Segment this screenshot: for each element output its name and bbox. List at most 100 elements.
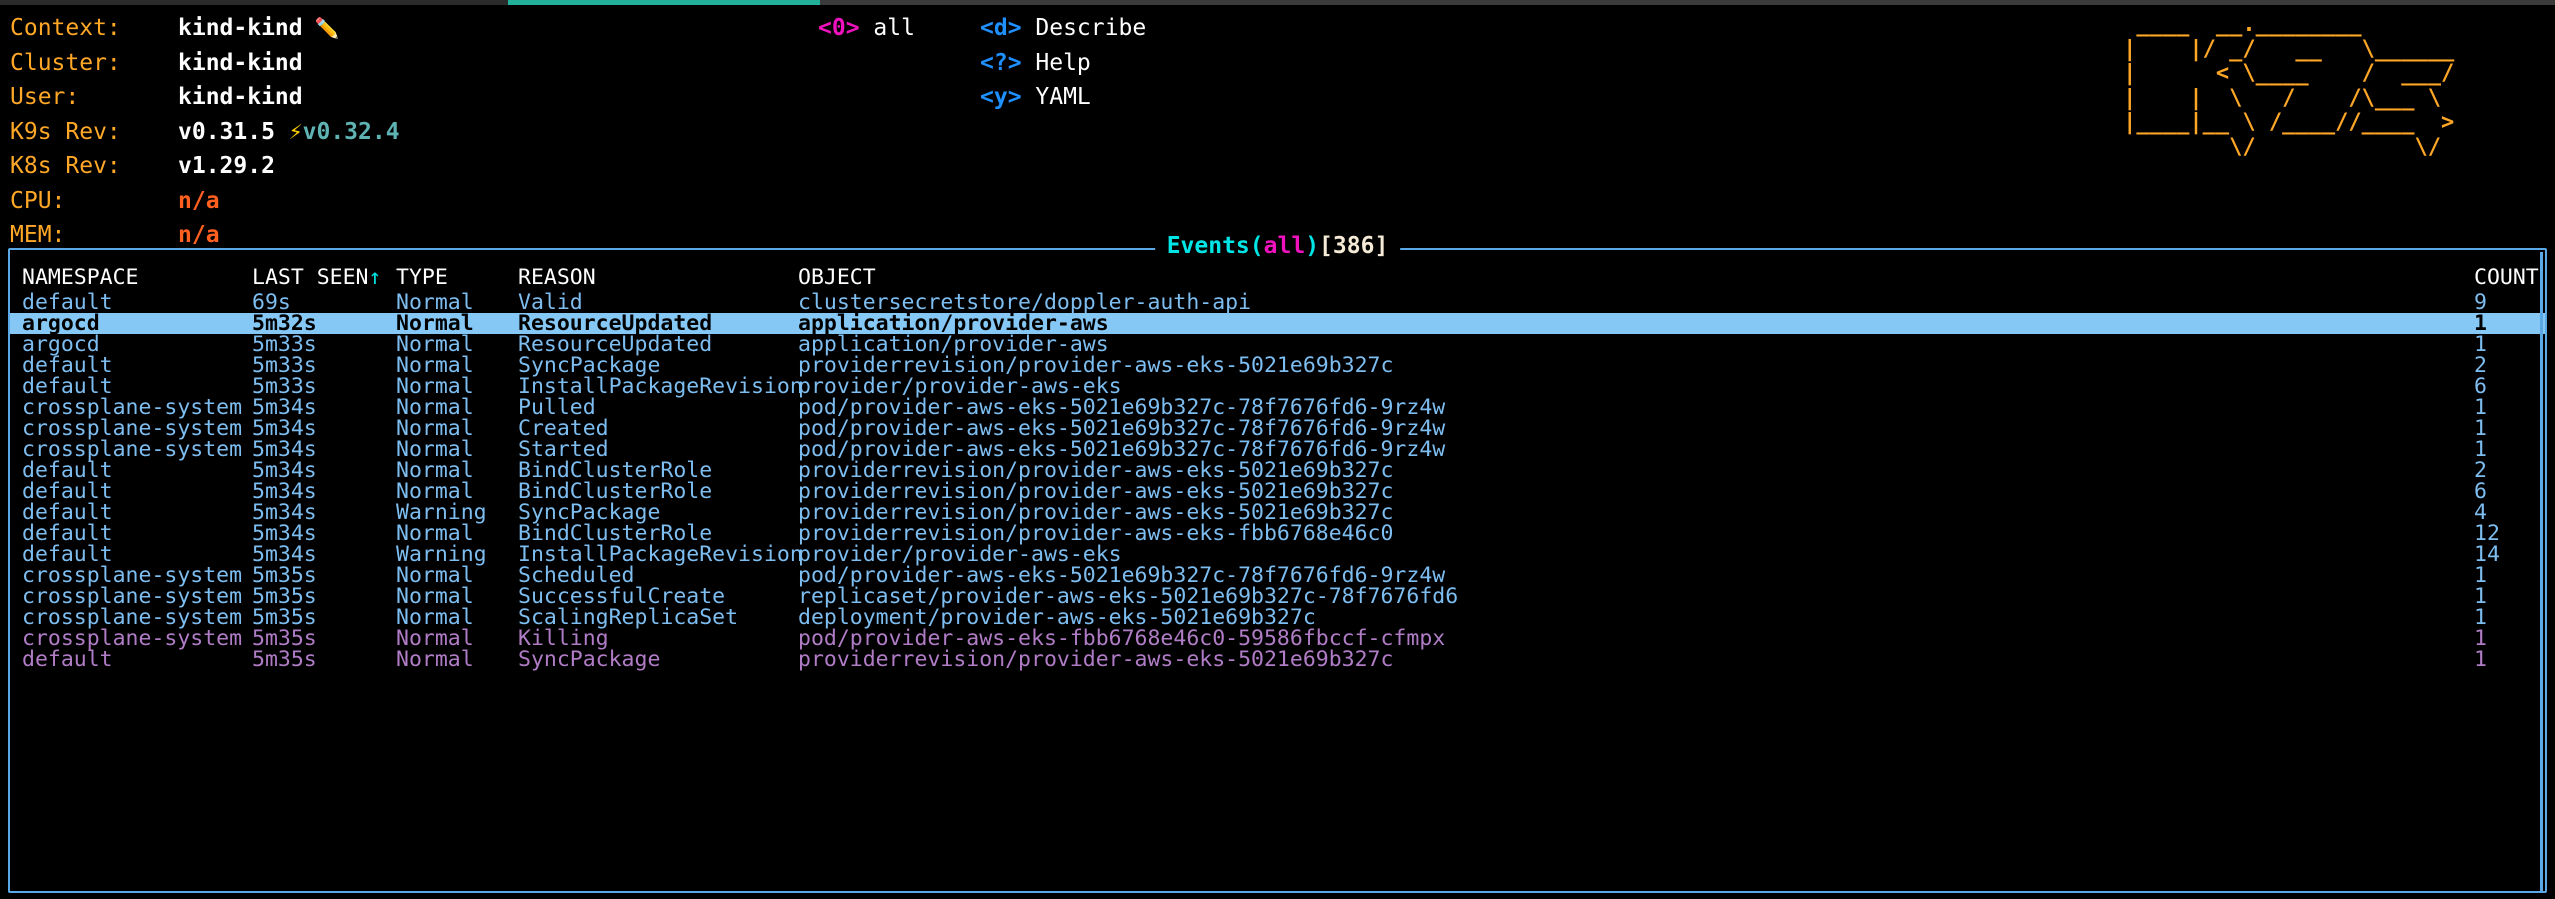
cell-object: pod/provider-aws-eks-5021e69b327c-78f767… [798,395,1446,420]
cell-reason: ResourceUpdated [518,311,713,336]
cluster-info-row-user: User: kind-kind [10,80,400,115]
cell-object: deployment/provider-aws-eks-5021e69b327c [798,605,1316,630]
events-table[interactable]: NAMESPACE LAST SEEN↑ TYPE REASON OBJECT COUNT… [10,264,2545,670]
table-row[interactable]: crossplane-system 5m35s Normal Killing pod/p… [10,626,2545,651]
table-row[interactable]: default 5m33s Normal InstallPackageRevision… [10,374,2545,399]
cell-type: Normal [396,416,474,441]
vertical-scrollbar[interactable] [2540,252,2543,893]
table-row[interactable]: crossplane-system 5m35s Normal Scheduled pod… [10,563,2545,588]
cluster-info-row-k9s-rev: K9s Rev: v0.31.5 ⚡v0.32.4 [10,115,400,150]
table-row[interactable]: crossplane-system 5m34s Normal Pulled pod/pr… [10,395,2545,420]
cell-last-seen: 5m34s [252,416,317,441]
cluster-info-key: CPU: [10,187,66,214]
cell-reason: Scheduled [518,563,635,588]
cell-last-seen: 69s [252,290,291,315]
hint-label: Help [1021,49,1091,76]
table-row-selected[interactable]: argocd 5m32s Normal ResourceUpdated applicat… [10,313,2545,334]
cluster-info-row-context: Context: kind-kind ✏️ [10,11,400,46]
cell-reason: SyncPackage [518,647,661,672]
sort-ascending-icon[interactable]: ↑ [369,265,382,290]
column-header-type[interactable]: TYPE [396,264,518,292]
cell-object: provider/provider-aws-eks [798,542,1122,567]
cell-object: pod/provider-aws-eks-fbb6768e46c0-59586f… [798,626,1446,651]
cell-reason: SyncPackage [518,500,661,525]
cell-type: Normal [396,626,474,651]
column-header-last-seen[interactable]: LAST SEEN↑ [252,264,396,292]
column-header-object[interactable]: OBJECT [798,264,2474,292]
table-row[interactable]: default 5m34s Normal BindClusterRole provide… [10,521,2545,546]
cell-last-seen: 5m35s [252,647,317,672]
panel-title-scope: all [1263,233,1306,259]
cell-object: pod/provider-aws-eks-5021e69b327c-78f767… [798,416,1446,441]
panel-title-open-paren: ( [1249,233,1264,259]
k9s-logo-ascii-art: ____ __.________ | |/ _/ __ \______ | < … [2123,12,2455,160]
cell-object: providerrevision/provider-aws-eks-5021e6… [798,647,1394,672]
hint-item-help[interactable]: <?> Help [980,46,1146,81]
bolt-icon: ⚡ [274,118,303,145]
hint-key: <d> [980,15,1022,41]
cell-namespace: crossplane-system [22,584,243,609]
events-panel-title: Events(all)[386] [1154,233,1401,259]
cluster-info-key: K8s Rev: [10,153,121,179]
column-header-namespace[interactable]: NAMESPACE [22,264,252,292]
table-row[interactable]: argocd 5m33s Normal ResourceUpdated applicat… [10,334,2545,356]
cell-object: providerrevision/provider-aws-eks-5021e6… [798,458,1394,483]
cell-last-seen: 5m35s [252,584,317,609]
cell-last-seen: 5m34s [252,500,317,525]
cell-reason: BindClusterRole [518,521,713,546]
cell-namespace: crossplane-system [22,626,243,651]
cell-last-seen: 5m34s [252,395,317,420]
cell-last-seen: 5m33s [252,374,317,399]
cluster-info-panel: Context: kind-kind ✏️ Cluster: kind-kind Use… [10,11,400,253]
cell-type: Warning [396,542,487,567]
cell-reason: InstallPackageRevision [518,542,803,567]
cluster-info-value: n/a [178,222,220,248]
cell-object: providerrevision/provider-aws-eks-5021e6… [798,500,1394,525]
cell-last-seen: 5m32s [252,311,317,336]
hint-label: YAML [1021,84,1091,110]
header-bar: Context: kind-kind ✏️ Cluster: kind-kind Use… [0,5,2555,248]
cell-last-seen: 5m35s [252,626,317,651]
cell-namespace: crossplane-system [22,395,243,420]
table-row[interactable]: default 5m34s Normal BindClusterRole provide… [10,458,2545,483]
cell-namespace: crossplane-system [22,563,243,588]
hint-label: Describe [1021,15,1147,41]
hint-item-describe[interactable]: <d> Describe [980,11,1146,46]
cell-namespace: default [22,374,113,399]
hint-item-yaml[interactable]: <y> YAML [980,80,1146,115]
cell-reason: Valid [518,290,583,315]
table-row[interactable]: default 5m33s Normal SyncPackage providerrev… [10,355,2545,377]
table-row[interactable]: default 5m34s Normal BindClusterRole provide… [10,479,2545,504]
hint-item-all[interactable]: <0> all [818,11,915,46]
table-row[interactable]: default 5m34s Warning SyncPackage providerre… [10,500,2545,525]
table-row[interactable]: default 5m34s Warning InstallPackageRevisio… [10,542,2545,567]
table-row[interactable]: crossplane-system 5m34s Normal Created pod/p… [10,416,2545,441]
cell-type: Normal [396,605,474,630]
panel-title-close-paren: ) [1305,233,1320,259]
cell-namespace: default [22,542,113,567]
cell-type: Normal [396,311,474,336]
table-row[interactable]: crossplane-system 5m35s Normal SuccessfulCr… [10,584,2545,609]
column-header-reason[interactable]: REASON [518,264,798,292]
cluster-info-value: kind-kind [178,84,303,110]
cell-object: application/provider-aws [798,311,1109,336]
cluster-info-value: kind-kind [178,15,303,41]
cell-namespace: crossplane-system [22,605,243,630]
cell-type: Normal [396,521,474,546]
table-row[interactable]: default 5m35s Normal SyncPackage providerrev… [10,647,2545,672]
table-row[interactable]: default 69s Normal Valid clustersecretstore/… [10,290,2545,315]
cell-object: provider/provider-aws-eks [798,374,1122,399]
cell-reason: BindClusterRole [518,479,713,504]
cluster-info-row-cluster: Cluster: kind-kind [10,46,400,81]
table-row[interactable]: crossplane-system 5m34s Normal Started pod/p… [10,437,2545,462]
cell-reason: Pulled [518,395,596,420]
column-header-label: LAST SEEN [252,265,369,290]
cluster-info-value: kind-kind [178,49,303,76]
cell-last-seen: 5m34s [252,437,317,462]
cell-reason: InstallPackageRevision [518,374,803,399]
hint-label: all [859,15,915,41]
column-header-label: OBJECT [798,265,876,290]
table-row[interactable]: crossplane-system 5m35s Normal ScalingRepli… [10,605,2545,630]
column-header-label: TYPE [396,265,448,290]
cell-object: providerrevision/provider-aws-eks-fbb676… [798,521,1394,546]
